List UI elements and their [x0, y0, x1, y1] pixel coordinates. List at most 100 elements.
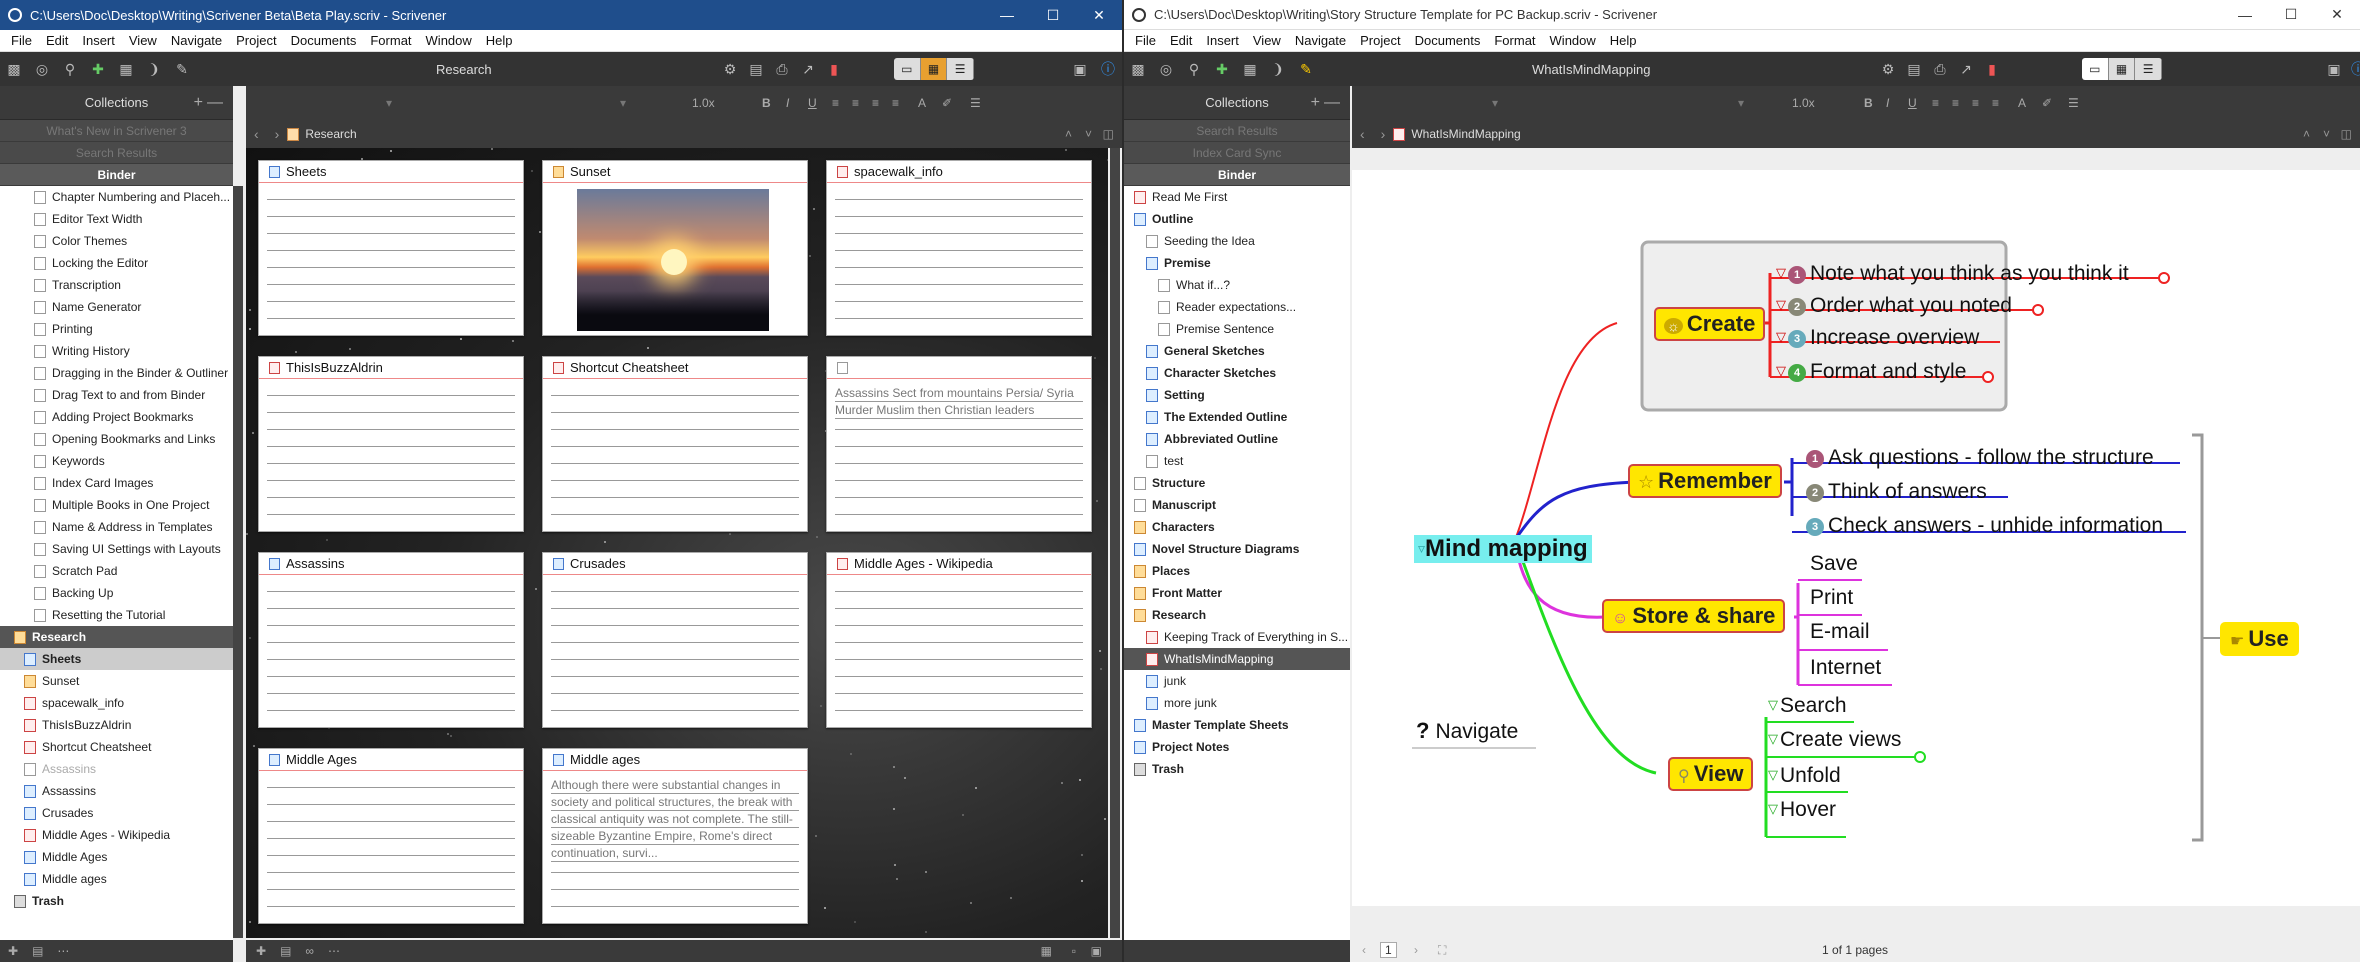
menu-help[interactable]: Help: [1603, 33, 1644, 48]
maximize-button-2[interactable]: ☐: [2268, 0, 2314, 30]
target-icon-2[interactable]: ◎: [1158, 61, 1174, 77]
collection-tab-1[interactable]: Search Results: [0, 142, 233, 164]
add-card-icon[interactable]: ✚: [256, 944, 266, 958]
maximize-button[interactable]: ☐: [1030, 0, 1076, 30]
binder-item[interactable]: Resetting the Tutorial: [0, 604, 233, 626]
binder-item[interactable]: Project Notes: [1124, 736, 1350, 758]
binder-scrollbar[interactable]: [233, 186, 243, 938]
menu-documents[interactable]: Documents: [1408, 33, 1488, 48]
binder-item[interactable]: What if...?: [1124, 274, 1350, 296]
attach-icon[interactable]: ❩: [146, 61, 162, 77]
binder-item[interactable]: junk: [1124, 670, 1350, 692]
menu-edit[interactable]: Edit: [1163, 33, 1199, 48]
next-doc-arrow-2[interactable]: ˅: [2323, 127, 2330, 141]
align-right-button-2[interactable]: ≡: [1972, 96, 1979, 110]
menu-file[interactable]: File: [1128, 33, 1163, 48]
text-color-button[interactable]: A: [918, 96, 926, 110]
binder-item[interactable]: Front Matter: [1124, 582, 1350, 604]
menu-navigate[interactable]: Navigate: [164, 33, 229, 48]
research-item[interactable]: Middle ages: [0, 868, 233, 890]
search-icon-2[interactable]: ⚲: [1186, 61, 1202, 77]
italic-button[interactable]: I: [786, 96, 789, 110]
attach-icon-2[interactable]: ❩: [1270, 61, 1286, 77]
layout-icon-2[interactable]: ▩: [1130, 61, 1146, 77]
underline-button-2[interactable]: U: [1908, 96, 1917, 110]
binder-item[interactable]: Adding Project Bookmarks: [0, 406, 233, 428]
corkboard-view-button[interactable]: ▦: [920, 58, 948, 80]
document-view-button[interactable]: ▭: [2082, 58, 2109, 80]
compile-icon[interactable]: ▤: [748, 61, 764, 77]
binder-item[interactable]: Dragging in the Binder & Outliner: [0, 362, 233, 384]
grid-view-icon[interactable]: ▦: [1041, 944, 1052, 958]
add-item-icon[interactable]: ✚: [8, 944, 18, 958]
split-icon-2[interactable]: ◫: [2341, 127, 2352, 141]
binder-item[interactable]: Drag Text to and from Binder: [0, 384, 233, 406]
binder-item[interactable]: Characters: [1124, 516, 1350, 538]
freeform-icon[interactable]: ▫: [1072, 944, 1076, 958]
research-item[interactable]: Middle Ages: [0, 846, 233, 868]
index-card[interactable]: Sheets: [258, 160, 524, 336]
corkboard-view-button-2[interactable]: ▦: [2108, 58, 2136, 80]
minimize-button[interactable]: —: [984, 0, 1030, 30]
more-icon[interactable]: ⋯: [328, 944, 340, 958]
research-item[interactable]: Crusades: [0, 802, 233, 824]
text-color-button-2[interactable]: A: [2018, 96, 2026, 110]
binder-item[interactable]: Color Themes: [0, 230, 233, 252]
label-view-icon[interactable]: ▣: [1091, 944, 1102, 958]
align-left-button[interactable]: ≡: [832, 96, 839, 110]
info-icon-2[interactable]: ⓘ: [2350, 61, 2360, 77]
binder-item[interactable]: Read Me First: [1124, 186, 1350, 208]
page-number-field[interactable]: 1: [1380, 942, 1397, 958]
menu-documents[interactable]: Documents: [284, 33, 364, 48]
zoom-select[interactable]: 1.0x: [692, 96, 715, 110]
outliner-view-button-2[interactable]: ☰: [2135, 58, 2162, 80]
index-card[interactable]: spacewalk_info: [826, 160, 1092, 336]
gear-icon[interactable]: ⚙: [722, 61, 738, 77]
more-options-icon[interactable]: ⋯: [57, 944, 69, 958]
link-icon[interactable]: ∞: [305, 944, 314, 958]
menu-view[interactable]: View: [122, 33, 164, 48]
highlight-button[interactable]: ✐: [942, 96, 952, 110]
collection-tab-0[interactable]: Search Results: [1124, 120, 1350, 142]
index-card[interactable]: ThisIsBuzzAldrin: [258, 356, 524, 532]
binder-item[interactable]: more junk: [1124, 692, 1350, 714]
add-collection-button-2[interactable]: +: [1311, 94, 1320, 112]
close-button-2[interactable]: ✕: [2314, 0, 2360, 30]
binder-item[interactable]: Places: [1124, 560, 1350, 582]
menu-view[interactable]: View: [1246, 33, 1288, 48]
remove-collection-button-2[interactable]: —: [1324, 94, 1340, 112]
menu-window[interactable]: Window: [419, 33, 479, 48]
research-item[interactable]: spacewalk_info: [0, 692, 233, 714]
inspector-toggle-icon[interactable]: ▣: [1072, 61, 1088, 77]
menu-file[interactable]: File: [4, 33, 39, 48]
add-folder-icon[interactable]: ▤: [32, 944, 43, 958]
binder-item[interactable]: Manuscript: [1124, 494, 1350, 516]
binder-item[interactable]: Opening Bookmarks and Links: [0, 428, 233, 450]
binder-item[interactable]: Backing Up: [0, 582, 233, 604]
collection-tab-1[interactable]: Index Card Sync: [1124, 142, 1350, 164]
menu-format[interactable]: Format: [363, 33, 418, 48]
binder-item[interactable]: Writing History: [0, 340, 233, 362]
binder-item[interactable]: Character Sketches: [1124, 362, 1350, 384]
menu-window[interactable]: Window: [1543, 33, 1603, 48]
forward-arrow-icon[interactable]: ›: [275, 126, 280, 142]
bookmark-icon[interactable]: ▮: [826, 61, 842, 77]
search-icon[interactable]: ⚲: [62, 61, 78, 77]
corkboard-scrollbar[interactable]: [1110, 148, 1120, 938]
index-card[interactable]: Middle Ages - Wikipedia: [826, 552, 1092, 728]
binder-item[interactable]: Reader expectations...: [1124, 296, 1350, 318]
binder-item[interactable]: Transcription: [0, 274, 233, 296]
print-icon-2[interactable]: ⎙: [1932, 61, 1948, 77]
gear-icon-2[interactable]: ⚙: [1880, 61, 1896, 77]
binder-item[interactable]: Abbreviated Outline: [1124, 428, 1350, 450]
forward-arrow-icon-2[interactable]: ›: [1381, 126, 1386, 142]
binder-item[interactable]: Premise: [1124, 252, 1350, 274]
binder-item[interactable]: Multiple Books in One Project: [0, 494, 233, 516]
info-icon[interactable]: ⓘ: [1100, 61, 1116, 77]
bookmark-icon-2[interactable]: ▮: [1984, 61, 2000, 77]
scrivenings-view-button[interactable]: ▭: [894, 58, 921, 80]
menu-edit[interactable]: Edit: [39, 33, 75, 48]
font-dropdown[interactable]: ▾: [620, 96, 626, 110]
justify-button-2[interactable]: ≡: [1992, 96, 1999, 110]
binder-item[interactable]: Printing: [0, 318, 233, 340]
